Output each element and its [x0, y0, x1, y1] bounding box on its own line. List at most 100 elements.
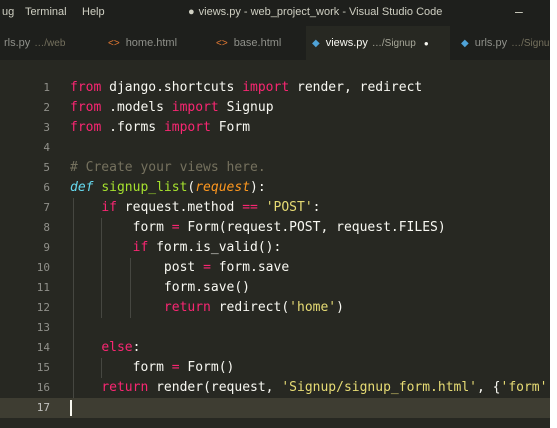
tab-label: rls.py: [4, 37, 31, 49]
code-line[interactable]: 4: [0, 138, 550, 158]
code-token: =: [171, 220, 188, 235]
title-bar: ug Terminal Help ● views.py - web_project…: [0, 0, 550, 26]
code-token: 'form': [500, 380, 548, 395]
code-line[interactable]: 16 return render(request, 'Signup/signup…: [0, 378, 550, 398]
code-text: form = Form(): [70, 358, 235, 378]
code-token: request.method: [124, 200, 243, 215]
code-token: import: [171, 100, 227, 115]
code-line[interactable]: 9 if form.is_valid():: [0, 238, 550, 258]
code-line[interactable]: 7 if request.method == 'POST':: [0, 198, 550, 218]
minimize-icon[interactable]: –: [515, 3, 523, 19]
code-token: 'POST': [265, 200, 313, 215]
tab-label: urls.py: [474, 37, 508, 49]
window-title: ● views.py - web_project_work - Visual St…: [188, 6, 442, 18]
tab-views-py[interactable]: ◆ views.py …/Signup ●: [306, 26, 450, 60]
code-token: Signup: [226, 100, 274, 115]
text-cursor: [70, 400, 72, 416]
code-token: form.save: [218, 260, 290, 275]
code-text: from .forms import Form: [70, 118, 250, 138]
line-number: 3: [43, 121, 50, 134]
unsaved-dot-icon[interactable]: ●: [424, 39, 429, 48]
code-token: .models: [109, 100, 172, 115]
code-token: 'home': [289, 300, 337, 315]
code-line[interactable]: 6 def signup_list(request):: [0, 178, 550, 198]
tab-home-html[interactable]: <> home.html: [102, 26, 206, 60]
html-file-icon: <>: [108, 38, 120, 49]
code-token: return: [101, 380, 157, 395]
code-token: import: [163, 120, 219, 135]
code-token: form: [70, 220, 172, 235]
code-editor[interactable]: 1 from django.shortcuts import render, re…: [0, 60, 550, 428]
code-text: from django.shortcuts import render, red…: [70, 78, 422, 98]
code-token: :: [132, 340, 141, 355]
code-token: Form: [218, 120, 251, 135]
code-text: return render(request, 'Signup/signup_fo…: [70, 378, 550, 398]
menu-terminal[interactable]: Terminal: [25, 6, 67, 18]
code-line[interactable]: 1 from django.shortcuts import render, re…: [0, 78, 550, 98]
code-token: render(request,: [156, 380, 282, 395]
window-title-text: views.py - web_project_work - Visual Stu…: [198, 6, 443, 18]
code-token: # Create your views here.: [70, 160, 266, 175]
code-line[interactable]: 3 from .forms import Form: [0, 118, 550, 138]
line-number: 7: [43, 201, 50, 214]
screenshot-margin: [550, 0, 557, 428]
html-file-icon: <>: [216, 38, 228, 49]
code-text: else:: [70, 338, 140, 358]
line-number: 4: [43, 141, 50, 154]
code-line[interactable]: 12 return redirect('home'): [0, 298, 550, 318]
code-line[interactable]: 5 # Create your views here.: [0, 158, 550, 178]
code-token: if: [101, 200, 125, 215]
code-token: return: [163, 300, 219, 315]
code-token: if: [132, 240, 157, 255]
code-token: else: [101, 340, 133, 355]
indent-guide: [101, 358, 103, 378]
code-line[interactable]: 2 from .models import Signup: [0, 98, 550, 118]
code-token: Form(request.POST, request.FILES): [187, 220, 446, 235]
code-token: .forms: [109, 120, 164, 135]
code-token: :: [312, 200, 321, 215]
code-token: render, redirect: [297, 80, 423, 95]
code-token: form: [70, 360, 172, 375]
line-number: 8: [43, 221, 50, 234]
tab-label: home.html: [125, 37, 178, 49]
tab-label: base.html: [233, 37, 282, 49]
code-token: =: [203, 260, 219, 275]
indent-guide: [129, 258, 131, 318]
menu-debug[interactable]: ug: [2, 6, 14, 18]
code-text: form.save(): [70, 278, 250, 298]
tab-urls-web[interactable]: rls.py …/web: [0, 26, 78, 60]
code-token: form.save(): [70, 280, 251, 295]
code-token: redirect(: [218, 300, 290, 315]
code-line[interactable]: 8 form = Form(request.POST, request.FILE…: [0, 218, 550, 238]
code-line[interactable]: 13: [0, 318, 550, 338]
code-line[interactable]: 11 form.save(): [0, 278, 550, 298]
menu-help[interactable]: Help: [82, 6, 105, 18]
indent-guide: [101, 218, 103, 318]
code-token: def: [70, 180, 102, 195]
code-line[interactable]: 17: [0, 398, 550, 418]
code-line[interactable]: 14 else:: [0, 338, 550, 358]
code-token: from: [70, 100, 110, 115]
code-line[interactable]: 15 form = Form(): [0, 358, 550, 378]
code-line[interactable]: 10 post = form.save: [0, 258, 550, 278]
line-number: 16: [36, 381, 50, 394]
tab-base-html[interactable]: <> base.html: [210, 26, 306, 60]
code-text: def signup_list(request):: [70, 178, 266, 198]
code-token: django.shortcuts: [109, 80, 243, 95]
code-text: if request.method == 'POST':: [70, 198, 320, 218]
tab-dir: …/Signup: [511, 38, 550, 49]
python-file-icon: ◆: [461, 38, 469, 49]
code-token: import: [242, 80, 297, 95]
line-number: 15: [36, 361, 50, 374]
code-token: ==: [242, 200, 266, 215]
tab-urls-signup[interactable]: ◆ urls.py…/Signup: [455, 26, 550, 60]
line-number: 17: [36, 401, 50, 414]
line-number: 2: [43, 101, 50, 114]
tab-dir: …/web: [34, 38, 66, 49]
code-token: request: [195, 180, 251, 195]
code-token: =: [171, 360, 188, 375]
code-text: post = form.save: [70, 258, 289, 278]
